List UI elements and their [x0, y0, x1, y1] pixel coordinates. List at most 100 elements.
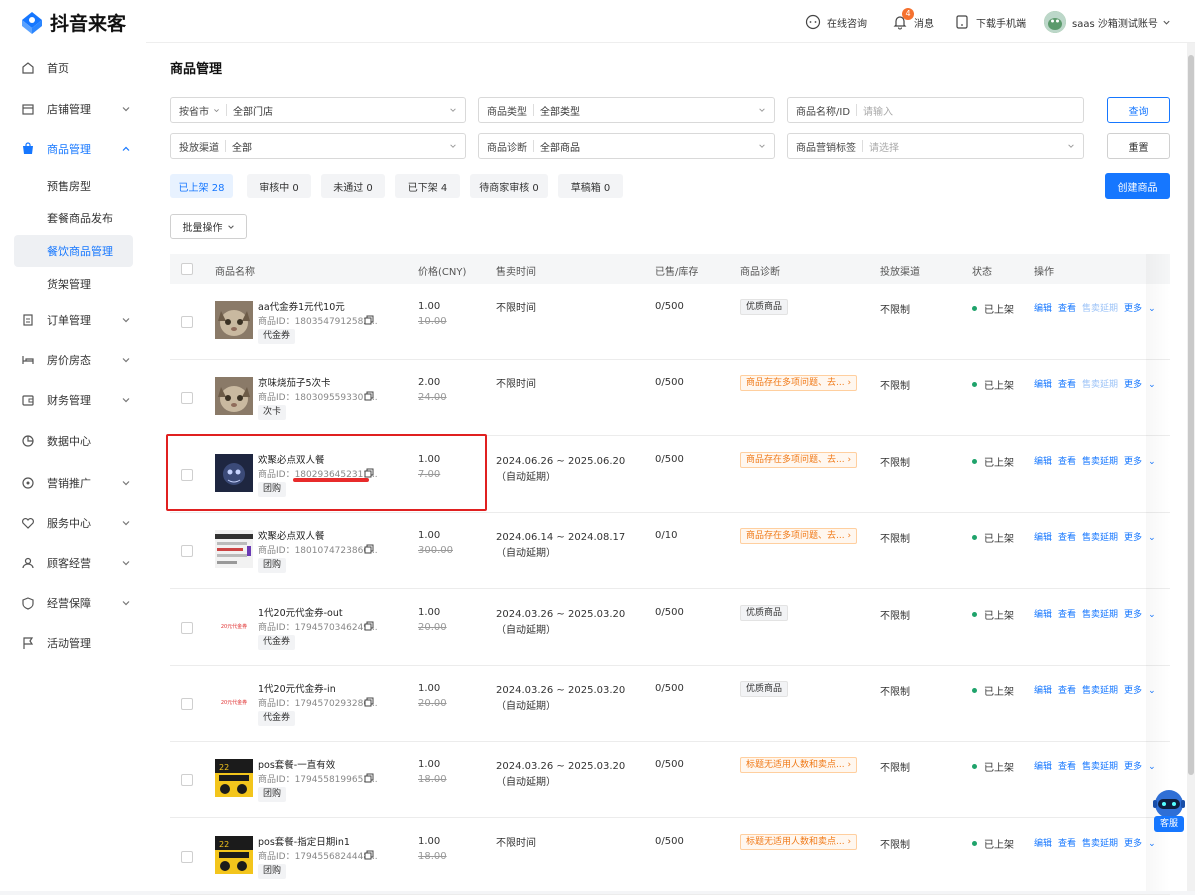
reset-button[interactable]: 重置	[1107, 133, 1170, 159]
product-type-select[interactable]: 商品类型 全部类型	[478, 97, 775, 123]
copy-icon[interactable]	[364, 544, 374, 554]
row-checkbox[interactable]	[181, 316, 193, 328]
view-link[interactable]: 查看	[1058, 454, 1076, 467]
row-checkbox[interactable]	[181, 622, 193, 634]
tab-rejected[interactable]: 未通过 0	[321, 174, 385, 198]
diagnosis-tag[interactable]: 标题无适用人数和卖点... ›	[740, 757, 858, 773]
extend-sale-link[interactable]: 售卖延期	[1082, 683, 1118, 696]
row-checkbox[interactable]	[181, 774, 193, 786]
view-link[interactable]: 查看	[1058, 759, 1076, 772]
diagnosis-tag: 优质商品	[740, 299, 789, 315]
sidebar-item-orders[interactable]: 订单管理	[0, 300, 146, 340]
view-link[interactable]: 查看	[1058, 377, 1076, 390]
sidebar-item-data-center[interactable]: 数据中心	[0, 421, 146, 461]
view-link[interactable]: 查看	[1058, 607, 1076, 620]
create-product-button[interactable]: 创建商品	[1105, 173, 1170, 199]
view-link[interactable]: 查看	[1058, 301, 1076, 314]
copy-icon[interactable]	[364, 315, 374, 325]
status: 已上架	[972, 683, 1014, 698]
product-name[interactable]: 欢聚必点双人餐	[258, 528, 325, 542]
tab-reviewing[interactable]: 审核中 0	[247, 174, 311, 198]
row-checkbox[interactable]	[181, 392, 193, 404]
sidebar-item-room-price[interactable]: 房价房态	[0, 340, 146, 380]
extend-sale-link[interactable]: 售卖延期	[1082, 377, 1118, 390]
product-name[interactable]: pos套餐-指定日期in1	[258, 834, 350, 848]
edit-link[interactable]: 编辑	[1034, 377, 1052, 390]
product-name[interactable]: 1代20元代金券-in	[258, 681, 336, 695]
sidebar-item-marketing[interactable]: 营销推广	[0, 463, 146, 503]
store-scope-select[interactable]: 按省市	[171, 103, 209, 118]
product-name-input[interactable]: 请输入	[863, 103, 893, 118]
copy-icon[interactable]	[364, 391, 374, 401]
sidebar-item-finance[interactable]: 财务管理	[0, 380, 146, 420]
product-name[interactable]: 京味烧茄子5次卡	[258, 375, 331, 389]
view-link[interactable]: 查看	[1058, 836, 1076, 849]
app-logo[interactable]: 抖音来客	[18, 8, 126, 36]
marketing-tag-select[interactable]: 商品营销标签 请选择	[787, 133, 1084, 159]
channel-select[interactable]: 投放渠道 全部	[170, 133, 466, 159]
edit-link[interactable]: 编辑	[1034, 759, 1052, 772]
tab-off-shelf[interactable]: 已下架 4	[395, 174, 460, 198]
product-name[interactable]: aa代金券1元代10元	[258, 299, 345, 313]
sidebar-item-product[interactable]: 商品管理	[0, 129, 146, 169]
sidebar-item-customer[interactable]: 顾客经营	[0, 543, 146, 583]
extend-sale-link[interactable]: 售卖延期	[1082, 759, 1118, 772]
diagnosis-tag[interactable]: 标题无适用人数和卖点... ›	[740, 834, 858, 850]
sidebar-subitem-catering-products[interactable]: 餐饮商品管理	[14, 235, 133, 267]
diagnosis-label: 商品诊断	[487, 142, 527, 154]
row-checkbox[interactable]	[181, 851, 193, 863]
product-id: 商品ID：1794570293286...	[258, 699, 378, 709]
extend-sale-link[interactable]: 售卖延期	[1082, 454, 1118, 467]
diagnosis-tag[interactable]: 商品存在多项问题、去... ›	[740, 452, 858, 468]
more-label: 更多	[1124, 380, 1143, 390]
row-actions: 编辑查看售卖延期更多⌄	[1034, 454, 1162, 467]
copy-icon[interactable]	[364, 621, 374, 631]
diagnosis-select[interactable]: 商品诊断 全部商品	[478, 133, 775, 159]
sidebar-item-service[interactable]: 服务中心	[0, 503, 146, 543]
view-link[interactable]: 查看	[1058, 530, 1076, 543]
edit-link[interactable]: 编辑	[1034, 683, 1052, 696]
copy-icon[interactable]	[364, 773, 374, 783]
diagnosis-tag[interactable]: 商品存在多项问题、去... ›	[740, 528, 858, 544]
extend-sale-link[interactable]: 售卖延期	[1082, 836, 1118, 849]
batch-actions-button[interactable]: 批量操作	[170, 214, 247, 239]
scrollbar-thumb[interactable]	[1188, 55, 1194, 775]
edit-link[interactable]: 编辑	[1034, 836, 1052, 849]
customer-service-button[interactable]: 客服	[1150, 788, 1188, 834]
query-button[interactable]: 查询	[1107, 97, 1170, 123]
sidebar-item-store[interactable]: 店铺管理	[0, 89, 146, 129]
more-label: 更多	[1124, 839, 1143, 849]
sidebar-item-home[interactable]: 首页	[0, 48, 146, 88]
sidebar-subitem-package-publish[interactable]: 套餐商品发布	[0, 202, 146, 234]
extend-sale-link[interactable]: 售卖延期	[1082, 530, 1118, 543]
extend-sale-link[interactable]: 售卖延期	[1082, 301, 1118, 314]
sidebar-item-guarantee[interactable]: 经营保障	[0, 583, 146, 623]
product-name[interactable]: pos套餐-一直有效	[258, 757, 335, 771]
product-name[interactable]: 1代20元代金券-out	[258, 605, 343, 619]
view-link[interactable]: 查看	[1058, 683, 1076, 696]
diagnosis-tag[interactable]: 商品存在多项问题、去... ›	[740, 375, 858, 391]
sidebar-item-activity[interactable]: 活动管理	[0, 623, 146, 663]
product-name-field[interactable]: 商品名称/ID 请输入	[787, 97, 1084, 123]
row-checkbox[interactable]	[181, 698, 193, 710]
edit-link[interactable]: 编辑	[1034, 607, 1052, 620]
edit-link[interactable]: 编辑	[1034, 530, 1052, 543]
extend-sale-link[interactable]: 售卖延期	[1082, 607, 1118, 620]
table-row: 20元代金券 1代20元代金券-out 商品ID：1794570346249... 代…	[170, 590, 1170, 666]
online-consult-button[interactable]: 在线咨询	[805, 12, 867, 32]
tab-drafts[interactable]: 草稿箱 0	[558, 174, 623, 198]
store-filter-select[interactable]: 按省市 全部门店	[170, 97, 466, 123]
row-checkbox[interactable]	[181, 545, 193, 557]
tab-pending-merchant[interactable]: 待商家审核 0	[470, 174, 548, 198]
sidebar-subitem-shelf[interactable]: 货架管理	[0, 268, 146, 300]
sidebar-subitem-presale-room[interactable]: 预售房型	[0, 170, 146, 202]
copy-icon[interactable]	[364, 850, 374, 860]
tab-on-shelf[interactable]: 已上架 28	[170, 174, 233, 198]
edit-link[interactable]: 编辑	[1034, 301, 1052, 314]
copy-icon[interactable]	[364, 697, 374, 707]
account-menu[interactable]: saas 沙箱测试账号	[1044, 10, 1171, 34]
download-app-button[interactable]: 下载手机端	[954, 12, 1026, 32]
edit-link[interactable]: 编辑	[1034, 454, 1052, 467]
messages-button[interactable]: 4 消息	[892, 8, 934, 32]
select-all-checkbox[interactable]	[181, 263, 193, 275]
